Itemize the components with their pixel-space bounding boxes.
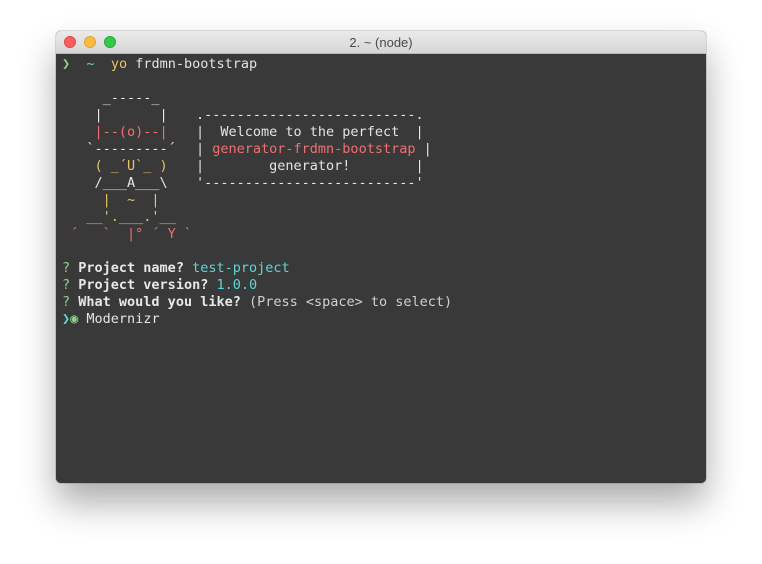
robot-arms: __'.___.'__: [62, 209, 176, 225]
box-border-right: |: [415, 141, 432, 157]
robot-feet: ´ ` |° ´ Y `: [62, 226, 193, 242]
welcome-box-top: .--------------------------.: [196, 107, 424, 123]
title-bar[interactable]: 2. ~ (node): [56, 31, 706, 54]
generator-name: generator-frdmn-bootstrap: [212, 141, 416, 157]
question-answer: 1.0.0: [216, 277, 258, 293]
question-label: Project version?: [78, 277, 209, 293]
question-answer: test-project: [192, 260, 290, 276]
question-mark-icon: ?: [62, 294, 71, 310]
welcome-box-line3: | generator! |: [196, 158, 424, 175]
welcome-box-bottom: '--------------------------': [196, 175, 424, 191]
prompt-command: yo: [110, 56, 128, 72]
question-project-name: ? Project name? test-project: [62, 260, 290, 277]
window-title: 2. ~ (node): [349, 35, 413, 50]
robot-shoulders: /___A___\: [62, 175, 168, 191]
generator-text: generator!: [269, 158, 351, 174]
welcome-box-line2: | generator-frdmn-bootstrap |: [196, 141, 432, 158]
question-mark-icon: ?: [62, 260, 71, 276]
robot-belly: | ~ |: [62, 192, 160, 208]
question-label: Project name?: [78, 260, 184, 276]
box-border-right: |: [399, 124, 424, 140]
welcome-text: Welcome to the perfect: [220, 124, 400, 140]
choice-modernizr[interactable]: ❯◉ Modernizr: [62, 311, 160, 328]
box-border-right: |: [350, 158, 424, 174]
question-hint: (Press <space> to select): [248, 294, 453, 310]
terminal-window: 2. ~ (node) ❯ ~ yo frdmn-bootstrap _----…: [56, 31, 706, 483]
robot-face-top: `---------´: [62, 141, 176, 157]
question-project-version: ? Project version? 1.0.0: [62, 277, 257, 294]
prompt-argument: frdmn-bootstrap: [135, 56, 258, 72]
welcome-box-line1: | Welcome to the perfect |: [196, 124, 424, 141]
robot-hat-top: _-----_: [62, 90, 160, 106]
selection-pointer-icon: ❯: [62, 311, 71, 327]
prompt-cwd: ~: [86, 56, 95, 72]
robot-eyes: |--(o)--|: [62, 124, 168, 140]
box-border-left: |: [196, 124, 221, 140]
robot-mouth: ( _´U`_ ): [62, 158, 168, 174]
question-mark-icon: ?: [62, 277, 71, 293]
choice-label: Modernizr: [86, 311, 160, 327]
question-label: What would you like?: [78, 294, 241, 310]
prompt-arrow-icon: ❯: [62, 56, 71, 72]
robot-hat-side: | |: [62, 107, 168, 123]
box-border-left: |: [196, 141, 213, 157]
radio-selected-icon[interactable]: ◉: [70, 311, 78, 327]
box-border-left: |: [196, 158, 270, 174]
shell-prompt-line: ❯ ~ yo frdmn-bootstrap: [62, 56, 257, 73]
question-what-would-you-like: ? What would you like? (Press <space> to…: [62, 294, 452, 311]
terminal-output[interactable]: ❯ ~ yo frdmn-bootstrap _-----_ | | |--(o…: [56, 54, 706, 483]
